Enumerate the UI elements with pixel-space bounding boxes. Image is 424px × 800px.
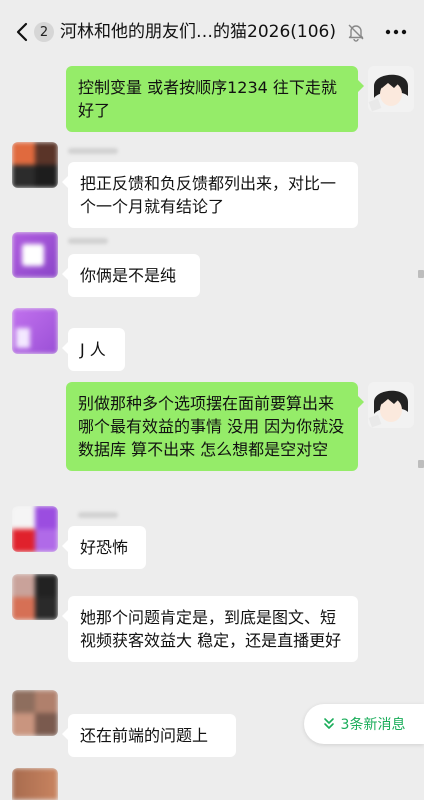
- avatar[interactable]: [12, 506, 58, 552]
- double-chevron-down-icon: [323, 718, 334, 729]
- avatar[interactable]: [12, 574, 58, 620]
- unread-count-badge: 2: [34, 22, 54, 42]
- avatar[interactable]: [12, 232, 58, 278]
- message-bubble[interactable]: 好恐怖: [62, 526, 146, 569]
- more-icon: [385, 29, 407, 35]
- sender-name: [78, 512, 118, 518]
- sender-name: [68, 148, 118, 154]
- my-avatar[interactable]: [368, 66, 414, 112]
- back-button[interactable]: [12, 20, 32, 44]
- message-bubble[interactable]: 别做那种多个选项摆在面前要算出来哪个最有效益的事情 没用 因为你就没数据库 算不…: [66, 382, 364, 471]
- message-bubble[interactable]: J 人: [62, 328, 125, 371]
- chevron-left-icon: [16, 22, 28, 42]
- sender-name: [68, 238, 108, 244]
- chat-title: 河林和他的朋友们…的猫2026(106): [60, 22, 336, 42]
- new-messages-label: 3条新消息: [340, 717, 406, 733]
- message-bubble[interactable]: 把正反馈和负反馈都列出来，对比一个一个月就有结论了: [62, 162, 358, 228]
- avatar[interactable]: [12, 308, 58, 354]
- new-messages-button[interactable]: 3条新消息: [304, 704, 424, 744]
- avatar[interactable]: [12, 142, 58, 188]
- my-avatar[interactable]: [368, 382, 414, 428]
- more-button[interactable]: [384, 22, 408, 42]
- chat-header: 2 河林和他的朋友们…的猫2026(106): [0, 0, 424, 64]
- scrollbar[interactable]: [418, 460, 424, 468]
- message-bubble[interactable]: 控制变量 或者按顺序1234 往下走就好了: [66, 66, 364, 132]
- scrollbar[interactable]: [418, 270, 424, 278]
- message-bubble[interactable]: 你俩是不是纯: [62, 254, 200, 297]
- message-bubble[interactable]: 她那个问题肯定是，到底是图文、短视频获客效益大 稳定，还是直播更好: [62, 596, 358, 662]
- avatar[interactable]: [12, 768, 58, 800]
- bell-muted-icon: [346, 22, 366, 42]
- message-bubble[interactable]: 还在前端的问题上: [62, 714, 236, 757]
- avatar[interactable]: [12, 690, 58, 736]
